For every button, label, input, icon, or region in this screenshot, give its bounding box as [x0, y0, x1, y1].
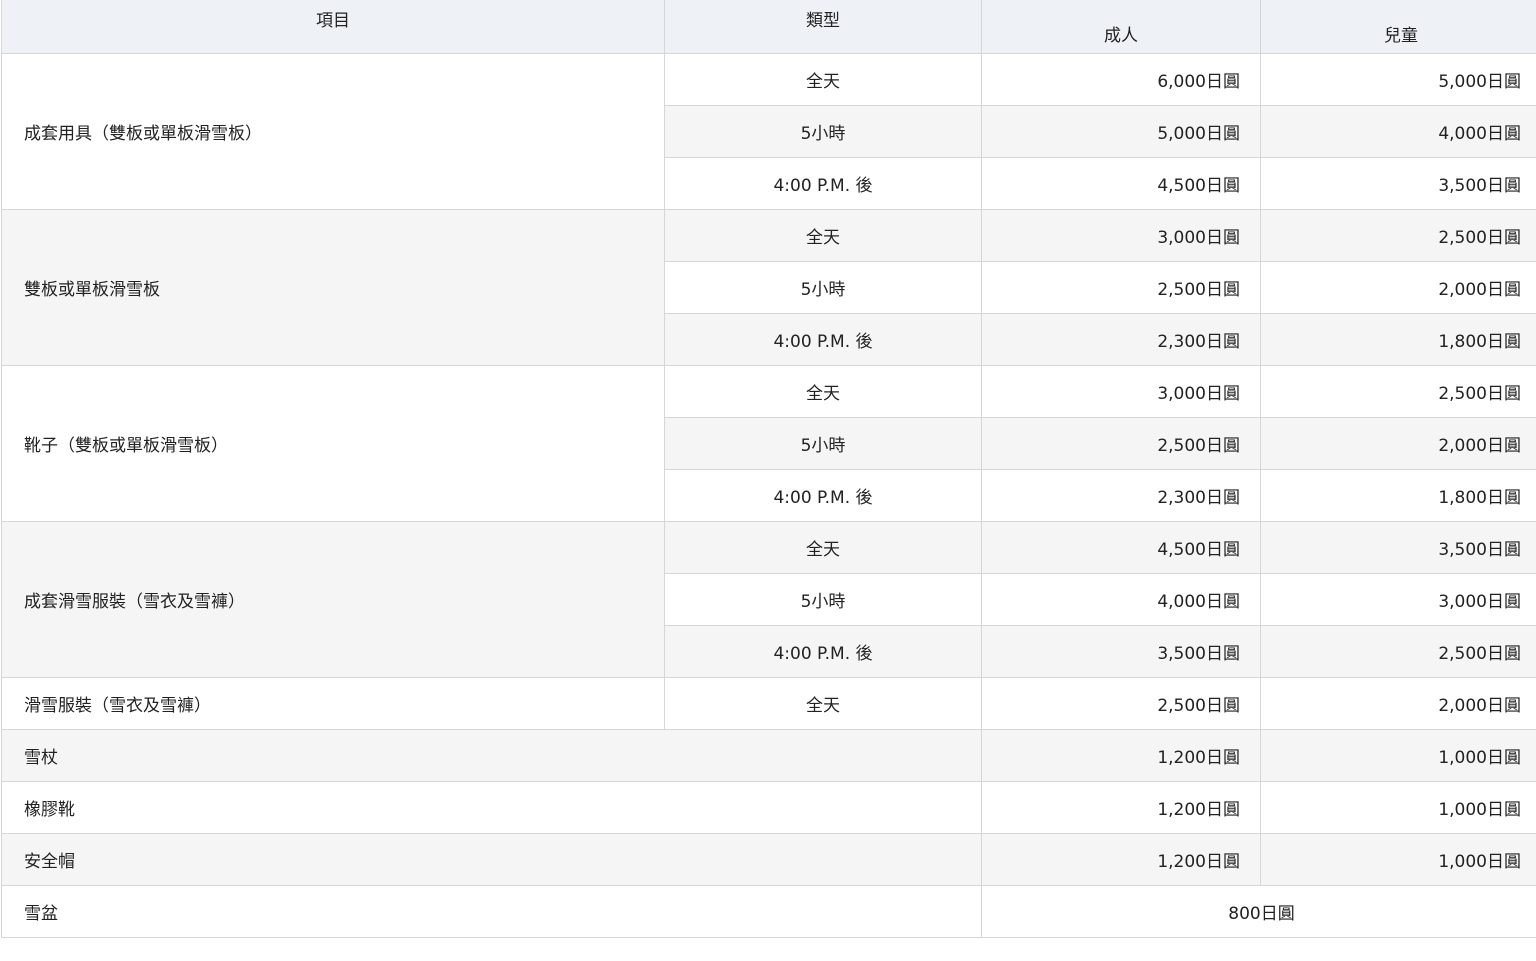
child-price: 3,000日圓 [1260, 573, 1536, 626]
child-price: 1,800日圓 [1260, 313, 1536, 366]
adult-price: 4,500日圓 [981, 521, 1261, 574]
table-row: 安全帽 1,200日圓 1,000日圓 [1, 833, 1536, 886]
child-price: 3,500日圓 [1260, 157, 1536, 210]
adult-price: 2,500日圓 [981, 677, 1261, 730]
table-row: 雪杖 1,200日圓 1,000日圓 [1, 729, 1536, 782]
rental-price-page: 項目 類型 成人 兒童 成套用具（雙板或單板滑雪板） 全天 6,000日圓 5,… [0, 0, 1536, 961]
table-row: 成套滑雪服裝（雪衣及雪褲） 全天 4,500日圓 3,500日圓 [1, 521, 1536, 678]
child-price: 1,000日圓 [1260, 833, 1536, 886]
type-cell: 全天 [664, 677, 982, 730]
type-cell: 4:00 P.M. 後 [664, 625, 982, 678]
type-cell: 全天 [664, 209, 982, 262]
child-price: 1,000日圓 [1260, 781, 1536, 834]
adult-price: 1,200日圓 [981, 833, 1261, 886]
child-price: 2,500日圓 [1260, 625, 1536, 678]
header-adult: 成人 [981, 20, 1261, 54]
child-price: 5,000日圓 [1260, 53, 1536, 106]
type-cell: 4:00 P.M. 後 [664, 157, 982, 210]
item-cell: 橡膠靴 [1, 781, 982, 834]
adult-price: 2,500日圓 [981, 417, 1261, 470]
child-price: 3,500日圓 [1260, 521, 1536, 574]
child-price: 2,000日圓 [1260, 677, 1536, 730]
adult-price: 4,500日圓 [981, 157, 1261, 210]
shared-price: 800日圓 [981, 885, 1536, 938]
table-row: 成套用具（雙板或單板滑雪板） 全天 6,000日圓 5,000日圓 [1, 53, 1536, 210]
adult-price: 2,300日圓 [981, 313, 1261, 366]
table-header-row: 項目 類型 [1, 0, 1536, 54]
rental-price-table: 項目 類型 成人 兒童 成套用具（雙板或單板滑雪板） 全天 6,000日圓 5,… [1, 0, 1536, 938]
table-row: 橡膠靴 1,200日圓 1,000日圓 [1, 781, 1536, 834]
item-cell: 成套滑雪服裝（雪衣及雪褲） [1, 521, 665, 678]
child-price: 2,000日圓 [1260, 261, 1536, 314]
child-price: 1,000日圓 [1260, 729, 1536, 782]
child-price: 1,800日圓 [1260, 469, 1536, 522]
adult-price: 1,200日圓 [981, 781, 1261, 834]
adult-price: 3,000日圓 [981, 365, 1261, 418]
header-adult-top [981, 0, 1261, 21]
type-cell: 5小時 [664, 417, 982, 470]
item-cell: 雪杖 [1, 729, 982, 782]
table-row: 雙板或單板滑雪板 全天 3,000日圓 2,500日圓 [1, 209, 1536, 366]
item-cell: 成套用具（雙板或單板滑雪板） [1, 53, 665, 210]
table-row: 雪盆 800日圓 [1, 885, 1536, 938]
child-price: 4,000日圓 [1260, 105, 1536, 158]
item-cell: 雪盆 [1, 885, 982, 938]
child-price: 2,500日圓 [1260, 365, 1536, 418]
type-cell: 5小時 [664, 573, 982, 626]
item-cell: 靴子（雙板或單板滑雪板） [1, 365, 665, 522]
type-cell: 4:00 P.M. 後 [664, 469, 982, 522]
adult-price: 4,000日圓 [981, 573, 1261, 626]
type-cell: 5小時 [664, 105, 982, 158]
item-cell: 安全帽 [1, 833, 982, 886]
adult-price: 5,000日圓 [981, 105, 1261, 158]
header-item: 項目 [1, 0, 665, 54]
table-row: 靴子（雙板或單板滑雪板） 全天 3,000日圓 2,500日圓 [1, 365, 1536, 522]
type-cell: 全天 [664, 521, 982, 574]
child-price: 2,500日圓 [1260, 209, 1536, 262]
item-cell: 滑雪服裝（雪衣及雪褲） [1, 677, 665, 730]
header-type: 類型 [664, 0, 982, 54]
child-price: 2,000日圓 [1260, 417, 1536, 470]
adult-price: 1,200日圓 [981, 729, 1261, 782]
adult-price: 6,000日圓 [981, 53, 1261, 106]
type-cell: 全天 [664, 365, 982, 418]
adult-price: 2,500日圓 [981, 261, 1261, 314]
adult-price: 3,000日圓 [981, 209, 1261, 262]
header-child-top [1260, 0, 1536, 21]
type-cell: 全天 [664, 53, 982, 106]
type-cell: 5小時 [664, 261, 982, 314]
adult-price: 3,500日圓 [981, 625, 1261, 678]
adult-price: 2,300日圓 [981, 469, 1261, 522]
table-row: 滑雪服裝（雪衣及雪褲） 全天 2,500日圓 2,000日圓 [1, 677, 1536, 730]
type-cell: 4:00 P.M. 後 [664, 313, 982, 366]
item-cell: 雙板或單板滑雪板 [1, 209, 665, 366]
header-child: 兒童 [1260, 20, 1536, 54]
